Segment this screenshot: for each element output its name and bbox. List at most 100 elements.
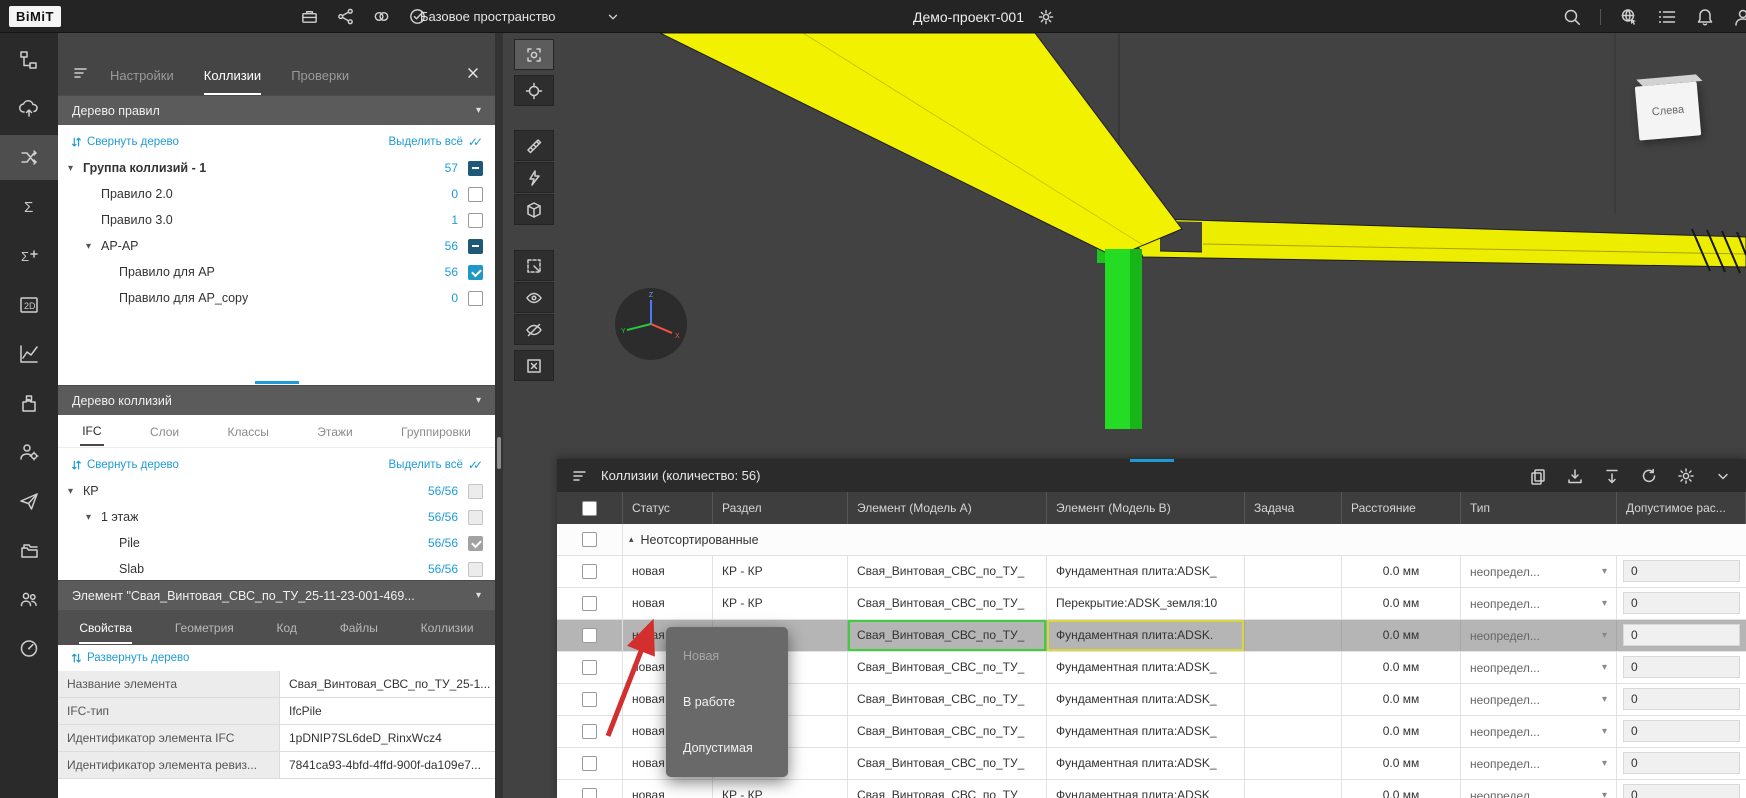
panel-tab[interactable]: Коллизии — [204, 68, 261, 95]
view-2d-button[interactable]: 2D — [0, 282, 58, 327]
chart-button[interactable] — [0, 331, 58, 376]
allowed-distance-input[interactable]: 0 — [1623, 560, 1740, 582]
locate-button[interactable] — [514, 75, 554, 106]
type-dropdown[interactable]: неопредел...▾ — [1461, 716, 1617, 747]
row-checkbox[interactable] — [582, 724, 597, 739]
show-button[interactable] — [514, 282, 554, 313]
type-dropdown[interactable]: неопредел...▾ — [1461, 748, 1617, 779]
row-checkbox[interactable] — [582, 660, 597, 675]
element-tab[interactable]: Коллизии — [421, 612, 474, 644]
tree-node-checkbox[interactable] — [468, 562, 483, 577]
property-value[interactable]: 7841ca93-4bfd-4ffd-900f-da109e7... — [280, 752, 495, 778]
tree-node-checkbox[interactable] — [468, 265, 483, 280]
context-menu-item[interactable]: Допустимая — [666, 725, 788, 771]
row-checkbox[interactable] — [582, 788, 597, 798]
row-checkbox[interactable] — [582, 564, 597, 579]
filter-tab[interactable]: Классы — [226, 417, 271, 445]
column-header[interactable]: Тип — [1461, 492, 1617, 524]
app-logo[interactable]: BiMiT — [9, 6, 61, 27]
tree-node-checkbox[interactable] — [468, 213, 483, 228]
tree-node-checkbox[interactable] — [468, 161, 483, 176]
refresh-icon[interactable] — [1640, 467, 1658, 485]
globe-pointer-icon[interactable] — [1619, 7, 1639, 27]
beam-right[interactable] — [1125, 218, 1746, 267]
column-header[interactable]: Элемент (Модель B) — [1047, 492, 1245, 524]
tree-node-checkbox[interactable] — [468, 291, 483, 306]
column-header[interactable]: Расстояние — [1342, 492, 1461, 524]
search-icon[interactable] — [1562, 7, 1582, 27]
column-header[interactable]: Задача — [1245, 492, 1342, 524]
context-menu-item[interactable]: В работе — [666, 679, 788, 725]
tree-node-checkbox[interactable] — [468, 510, 483, 525]
property-value[interactable]: IfcPile — [280, 698, 495, 724]
rules-tree-header[interactable]: Дерево правил ▾ — [58, 95, 495, 125]
tree-node[interactable]: Правило 3.01 — [58, 207, 495, 233]
frame-zoom-button[interactable] — [514, 39, 554, 70]
orientation-gizmo[interactable]: Z Y X — [614, 287, 688, 366]
cloud-upload-button[interactable] — [0, 86, 58, 131]
fit-icon[interactable] — [1603, 467, 1621, 485]
filter-tab[interactable]: Этажи — [315, 417, 354, 445]
panel-resize-splitter[interactable] — [495, 33, 503, 798]
column-header[interactable]: Статус — [623, 492, 713, 524]
caret-down-icon[interactable]: ▾ — [68, 163, 83, 174]
tree-node[interactable]: ▾КР56/56 — [58, 478, 495, 504]
collapse-tree-link[interactable]: Свернуть дерево — [70, 136, 179, 149]
clip-button[interactable] — [514, 162, 554, 193]
expand-tree-link[interactable]: Развернуть дерево — [58, 645, 495, 671]
property-value[interactable]: 1pDNIP7SL6deD_RinxWcz4 — [280, 725, 495, 751]
allowed-distance-input[interactable]: 0 — [1623, 784, 1740, 798]
group-label-cell[interactable]: ▴ Неотсортированные — [623, 524, 1746, 555]
collision-row[interactable]: новаяКР - КРСвая_Винтовая_СВС_по_ТУ_Фунд… — [557, 556, 1746, 588]
tree-node[interactable]: Pile56/56 — [58, 530, 495, 556]
close-box-button[interactable] — [514, 350, 554, 381]
row-checkbox[interactable] — [582, 756, 597, 771]
download-icon[interactable] — [1566, 467, 1584, 485]
collapse-tree-link[interactable]: Свернуть дерево — [70, 459, 179, 472]
workspace-selector[interactable]: Базовое пространство — [420, 0, 620, 33]
row-checkbox[interactable] — [582, 692, 597, 707]
filter-tab[interactable]: Группировки — [399, 417, 473, 445]
collision-row[interactable]: новаяКР - КРСвая_Винтовая_СВС_по_ТУ_Фунд… — [557, 780, 1746, 798]
section-resize-handle[interactable] — [255, 381, 299, 384]
copy-icon[interactable] — [1529, 467, 1547, 485]
share-network-icon[interactable] — [336, 7, 355, 26]
group-checkbox[interactable] — [582, 532, 597, 547]
column-header[interactable]: Элемент (Модель А) — [848, 492, 1047, 524]
splitter-grip[interactable] — [497, 437, 501, 469]
chevron-down-icon[interactable] — [1714, 467, 1732, 485]
panel-tab[interactable]: Проверки — [291, 68, 349, 95]
user-settings-button[interactable] — [0, 429, 58, 474]
column-header[interactable]: Раздел — [713, 492, 848, 524]
type-dropdown[interactable]: неопредел...▾ — [1461, 620, 1617, 651]
element-panel-header[interactable]: Элемент "Свая_Винтовая_СВС_по_ТУ_25-11-2… — [58, 580, 495, 610]
tree-node-checkbox[interactable] — [468, 484, 483, 499]
link-circles-icon[interactable] — [372, 7, 391, 26]
panel-tab[interactable]: Настройки — [110, 68, 174, 95]
row-checkbox[interactable] — [582, 596, 597, 611]
allowed-distance-input[interactable]: 0 — [1623, 656, 1740, 678]
type-dropdown[interactable]: неопредел...▾ — [1461, 780, 1617, 798]
caret-down-icon[interactable]: ▾ — [86, 241, 101, 252]
tree-node[interactable]: Правило для АР56 — [58, 259, 495, 285]
element-tab[interactable]: Свойства — [79, 612, 132, 644]
sum-button[interactable]: Σ — [0, 184, 58, 229]
collisions-button[interactable] — [0, 135, 58, 180]
select-all-link[interactable]: Выделить всё — [389, 135, 483, 149]
allowed-distance-input[interactable]: 0 — [1623, 688, 1740, 710]
panel-menu-icon[interactable] — [72, 64, 90, 82]
type-dropdown[interactable]: неопредел...▾ — [1461, 556, 1617, 587]
panel-resize-handle[interactable] — [1130, 459, 1174, 462]
allowed-distance-input[interactable]: 0 — [1623, 720, 1740, 742]
send-button[interactable] — [0, 478, 58, 523]
select-all-checkbox[interactable] — [582, 501, 597, 516]
hide-button[interactable] — [514, 314, 554, 345]
caret-down-icon[interactable]: ▾ — [86, 512, 101, 523]
menu-icon[interactable] — [571, 467, 589, 485]
tree-node-checkbox[interactable] — [468, 187, 483, 202]
type-dropdown[interactable]: неопредел...▾ — [1461, 652, 1617, 683]
tree-node[interactable]: ▾Группа коллизий - 157 — [58, 155, 495, 181]
allowed-distance-input[interactable]: 0 — [1623, 592, 1740, 614]
select-all-link[interactable]: Выделить всё — [389, 458, 483, 472]
column-header[interactable]: Допустимое рас... — [1617, 492, 1746, 524]
